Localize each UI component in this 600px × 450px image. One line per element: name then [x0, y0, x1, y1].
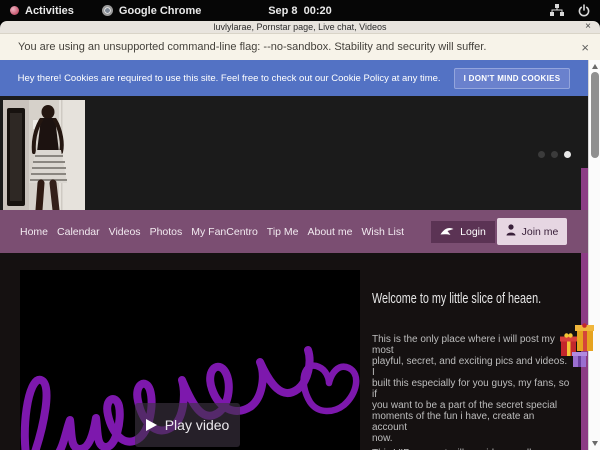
carousel-dot-2[interactable] [551, 151, 558, 158]
nav-links: Home Calendar Videos Photos My FanCentro Tip … [20, 226, 404, 238]
gifts-icon[interactable] [560, 323, 596, 373]
cookie-banner: Hey there! Cookies are required to use t… [0, 60, 588, 96]
chrome-icon [102, 5, 113, 16]
nav-link[interactable]: Home [20, 226, 48, 238]
network-icon[interactable] [550, 4, 564, 17]
about-column: Welcome to my little slice of heaen. Thi… [372, 291, 570, 450]
nav-link[interactable]: Tip Me [267, 226, 299, 238]
login-button[interactable]: Login [431, 221, 495, 243]
scrollbar-thumb[interactable] [591, 72, 599, 158]
accept-cookies-button[interactable]: I DON'T MIND COOKIES [454, 68, 571, 89]
carousel-dot-3-active[interactable] [564, 151, 571, 158]
nav-link[interactable]: Calendar [57, 226, 100, 238]
activities-button[interactable]: Activities [10, 5, 74, 17]
login-label: Login [460, 226, 486, 238]
infobar-message: You are using an unsupported command-lin… [18, 41, 486, 53]
activities-dot-icon [10, 6, 19, 15]
play-video-label: Play video [165, 417, 230, 433]
welcome-heading: Welcome to my little slice of heaen. [372, 291, 515, 307]
nav-actions: Login Join me [431, 210, 567, 253]
about-paragraph-1: This is the only place where i will post… [372, 334, 570, 444]
person-icon [506, 224, 516, 239]
clock[interactable]: Sep 8 00:20 [268, 5, 332, 17]
main-content: Play video Welcome to my little slice of… [0, 253, 588, 450]
join-me-button[interactable]: Join me [497, 218, 567, 245]
join-me-label: Join me [522, 226, 559, 238]
scrollbar[interactable] [588, 60, 600, 450]
gnome-top-bar: Activities Google Chrome Sep 8 00:20 [0, 0, 600, 21]
cookie-message: Hey there! Cookies are required to use t… [18, 73, 441, 84]
chrome-infobar: You are using an unsupported command-lin… [0, 33, 600, 60]
carousel-dots [538, 151, 571, 158]
nav-link[interactable]: Videos [109, 226, 141, 238]
profile-photo[interactable] [3, 100, 85, 210]
browser-title-bar: luvlylarae, Pornstar page, Live chat, Vi… [0, 21, 600, 33]
login-arrow-icon [440, 225, 454, 239]
play-video-button[interactable]: Play video [135, 403, 240, 447]
app-menu-button[interactable]: Google Chrome [102, 5, 202, 17]
window-close-button[interactable]: × [585, 21, 591, 33]
page-viewport: Hey there! Cookies are required to use t… [0, 60, 600, 450]
window-title: luvlylarae, Pornstar page, Live chat, Vi… [214, 22, 387, 32]
play-icon [146, 419, 157, 431]
scrollbar-down-icon[interactable] [592, 441, 598, 446]
infobar-close-icon[interactable]: × [581, 40, 589, 55]
power-icon[interactable] [578, 4, 590, 17]
nav-link[interactable]: Photos [150, 226, 183, 238]
nav-link[interactable]: My FanCentro [191, 226, 258, 238]
scrollbar-up-icon[interactable] [592, 64, 598, 69]
carousel-dot-1[interactable] [538, 151, 545, 158]
activities-label: Activities [25, 5, 74, 17]
video-player[interactable]: Play video [20, 270, 360, 450]
nav-link[interactable]: Wish List [361, 226, 404, 238]
nav-link[interactable]: About me [308, 226, 353, 238]
hero-carousel [0, 96, 588, 210]
app-menu-label: Google Chrome [119, 5, 202, 17]
desktop-screen: Activities Google Chrome Sep 8 00:20 [0, 0, 600, 450]
main-nav: Home Calendar Videos Photos My FanCentro Tip … [0, 210, 588, 253]
